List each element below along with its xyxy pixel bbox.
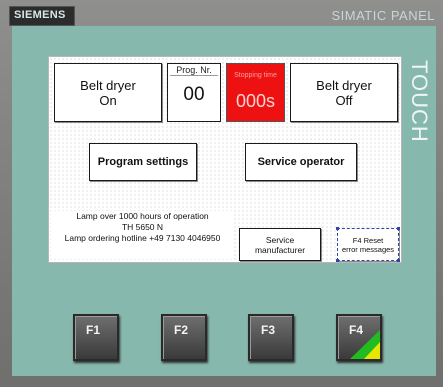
selection-handle	[336, 227, 339, 230]
belt-dryer-on-button[interactable]: Belt dryer On	[54, 63, 162, 122]
program-number-value: 00	[183, 84, 205, 105]
f1-key[interactable]: F1	[73, 314, 119, 361]
stopping-time-display: Stopping time 000s	[226, 63, 285, 122]
f3-key[interactable]: F3	[248, 314, 294, 361]
siemens-logo: SIEMENS	[9, 6, 75, 26]
program-settings-button[interactable]: Program settings	[89, 143, 197, 181]
belt-dryer-off-button[interactable]: Belt dryer Off	[290, 63, 398, 122]
selection-handle	[397, 227, 400, 230]
program-number-label: Prog. Nr.	[170, 65, 218, 76]
panel-model-label: SIMATIC PANEL	[331, 8, 435, 23]
lamp-info-text: Lamp over 1000 hours of operation TH 565…	[51, 211, 234, 259]
selection-handle	[336, 259, 339, 262]
f2-key[interactable]: F2	[161, 314, 207, 361]
stopping-time-label: Stopping time	[234, 72, 277, 79]
selection-handle	[397, 259, 400, 262]
service-manufacturer-button[interactable]: Service manufacturer	[239, 228, 321, 261]
service-operator-button[interactable]: Service operator	[245, 143, 357, 181]
f4-key[interactable]: F4	[336, 314, 382, 361]
panel-bezel: SIEMENS SIMATIC PANEL TOUCH Belt dryer O…	[0, 0, 443, 387]
f4-reset-error-button[interactable]: F4 Reset error messages	[336, 227, 400, 262]
touch-label: TOUCH	[407, 60, 432, 143]
hmi-screen: Belt dryer On Prog. Nr. 00 Stopping time…	[48, 56, 402, 263]
stopping-time-value: 000s	[235, 91, 276, 111]
program-number-field[interactable]: Prog. Nr. 00	[167, 63, 221, 122]
